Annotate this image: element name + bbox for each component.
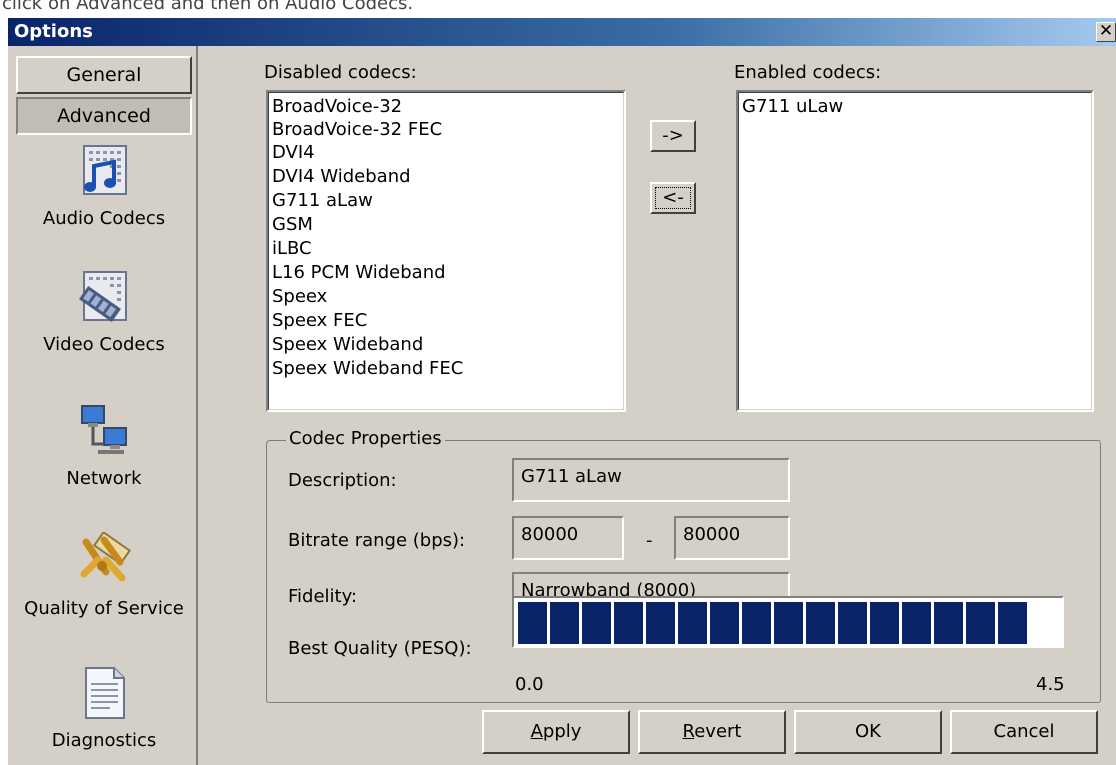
quality-meter-segment bbox=[838, 602, 867, 644]
list-item[interactable]: DVI4 Wideband bbox=[272, 166, 411, 188]
sidebar-item-audio-codecs[interactable]: Audio Codecs bbox=[16, 142, 192, 229]
sidebar-item-network[interactable]: Network bbox=[16, 402, 192, 489]
list-item[interactable]: Speex FEC bbox=[272, 310, 367, 332]
bitrate-max-field: 80000 bbox=[674, 516, 790, 560]
sidebar-item-video-codecs-label: Video Codecs bbox=[43, 334, 165, 355]
enable-codec-button-label: -> bbox=[662, 125, 684, 146]
audio-codecs-icon bbox=[83, 145, 127, 195]
disable-codec-button[interactable]: <- bbox=[650, 182, 696, 214]
list-item[interactable]: Speex Wideband FEC bbox=[272, 358, 463, 380]
close-button[interactable]: ✕ bbox=[1096, 22, 1116, 42]
list-item[interactable]: BroadVoice-32 bbox=[272, 96, 402, 118]
tab-general-label: General bbox=[66, 64, 142, 86]
disable-codec-button-label: <- bbox=[662, 187, 684, 208]
sidebar-item-quality-of-service-label: Quality of Service bbox=[24, 598, 184, 619]
codec-properties-legend: Codec Properties bbox=[286, 428, 445, 449]
sidebar-item-diagnostics[interactable]: Diagnostics bbox=[16, 664, 192, 751]
quality-meter-segment bbox=[550, 602, 579, 644]
sidebar-item-quality-of-service[interactable]: Quality of Service bbox=[16, 532, 192, 619]
list-item[interactable]: GSM bbox=[272, 214, 313, 236]
enabled-codecs-list[interactable]: G711 uLaw bbox=[736, 90, 1094, 412]
disabled-codecs-list[interactable]: BroadVoice-32 BroadVoice-32 FEC DVI4 DVI… bbox=[266, 90, 626, 412]
description-field: G711 aLaw bbox=[512, 458, 790, 502]
quality-meter-segment bbox=[646, 602, 675, 644]
quality-meter-segment bbox=[678, 602, 707, 644]
sidebar: General Advanced Audio Codecs Video Code bbox=[14, 46, 198, 765]
quality-meter-segment bbox=[902, 602, 931, 644]
quality-max-label: 4.5 bbox=[1036, 674, 1065, 695]
apply-button-label: Apply bbox=[531, 721, 582, 742]
list-item[interactable]: G711 uLaw bbox=[742, 96, 843, 118]
network-icon bbox=[81, 405, 127, 454]
best-quality-label: Best Quality (PESQ): bbox=[288, 638, 472, 659]
close-icon: ✕ bbox=[1098, 21, 1114, 41]
disabled-codecs-label: Disabled codecs: bbox=[264, 62, 417, 83]
sidebar-item-video-codecs[interactable]: Video Codecs bbox=[16, 268, 192, 355]
fidelity-label: Fidelity: bbox=[288, 586, 358, 607]
revert-button-label: Revert bbox=[683, 721, 742, 742]
bitrate-separator: - bbox=[646, 530, 653, 551]
list-item[interactable]: Speex Wideband bbox=[272, 334, 423, 356]
quality-meter-segment bbox=[870, 602, 899, 644]
quality-meter-segment bbox=[998, 602, 1027, 644]
options-dialog: Options ✕ General Advanced Audio Codecs bbox=[8, 18, 1116, 765]
ok-button[interactable]: OK bbox=[794, 710, 942, 754]
sidebar-item-diagnostics-label: Diagnostics bbox=[51, 730, 157, 751]
quality-of-service-icon bbox=[80, 532, 132, 582]
revert-accelerator: R bbox=[682, 721, 695, 742]
quality-meter-segment bbox=[614, 602, 643, 644]
ok-button-label: OK bbox=[855, 721, 881, 742]
apply-button[interactable]: Apply bbox=[482, 710, 630, 754]
instruction-caption: click on Advanced and then on Audio Code… bbox=[0, 0, 1116, 20]
quality-meter-segment bbox=[582, 602, 611, 644]
quality-meter-segment bbox=[742, 602, 771, 644]
quality-meter-segment bbox=[806, 602, 835, 644]
quality-meter bbox=[512, 596, 1064, 648]
quality-min-label: 0.0 bbox=[515, 674, 544, 695]
quality-meter-segment bbox=[710, 602, 739, 644]
video-codecs-icon bbox=[79, 271, 127, 323]
list-item[interactable]: iLBC bbox=[272, 238, 312, 260]
tab-advanced[interactable]: Advanced bbox=[16, 97, 192, 135]
enabled-codecs-label: Enabled codecs: bbox=[734, 62, 882, 83]
quality-meter-segment bbox=[774, 602, 803, 644]
sidebar-item-audio-codecs-label: Audio Codecs bbox=[42, 208, 166, 229]
window-title: Options bbox=[14, 21, 93, 42]
enable-codec-button[interactable]: -> bbox=[650, 120, 696, 152]
quality-meter-segment bbox=[966, 602, 995, 644]
diagnostics-icon bbox=[85, 667, 125, 719]
tab-general[interactable]: General bbox=[16, 56, 192, 94]
quality-meter-segment bbox=[518, 602, 547, 644]
bitrate-min-field: 80000 bbox=[512, 516, 624, 560]
tab-advanced-label: Advanced bbox=[57, 105, 151, 127]
list-item[interactable]: G711 aLaw bbox=[272, 190, 373, 212]
description-label: Description: bbox=[288, 470, 397, 491]
enabled-codecs-list-inner bbox=[738, 92, 1092, 410]
title-bar: Options ✕ bbox=[8, 18, 1116, 46]
revert-label-rest: evert bbox=[694, 721, 742, 742]
quality-meter-segment bbox=[934, 602, 963, 644]
list-item[interactable]: DVI4 bbox=[272, 142, 315, 164]
cancel-button[interactable]: Cancel bbox=[950, 710, 1098, 754]
apply-label-rest: pply bbox=[542, 721, 582, 742]
list-item[interactable]: Speex bbox=[272, 286, 327, 308]
apply-accelerator: A bbox=[530, 721, 543, 742]
instruction-caption-text: click on Advanced and then on Audio Code… bbox=[2, 0, 414, 14]
list-item[interactable]: BroadVoice-32 FEC bbox=[272, 119, 442, 141]
bitrate-range-label: Bitrate range (bps): bbox=[288, 530, 466, 551]
revert-button[interactable]: Revert bbox=[638, 710, 786, 754]
sidebar-item-network-label: Network bbox=[66, 468, 142, 489]
list-item[interactable]: L16 PCM Wideband bbox=[272, 262, 446, 284]
cancel-button-label: Cancel bbox=[993, 721, 1055, 742]
